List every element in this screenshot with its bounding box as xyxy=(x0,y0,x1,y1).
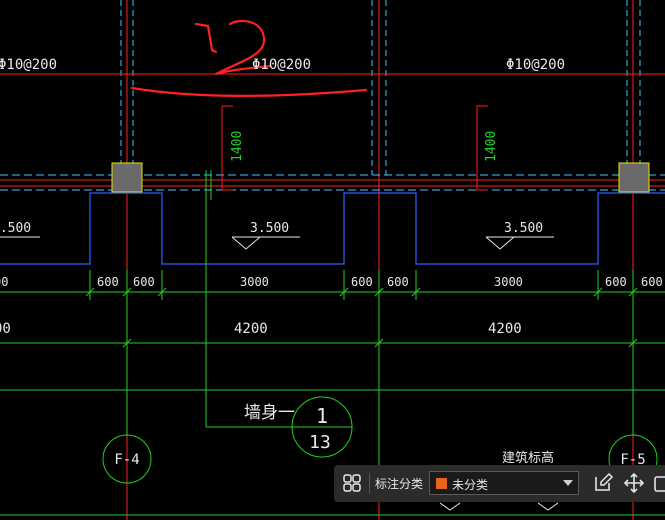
category-value: 未分类 xyxy=(452,478,489,492)
category-select[interactable]: 未分类 xyxy=(429,471,579,495)
dimension-text: 600 xyxy=(641,275,663,289)
elevation-brackets xyxy=(221,105,488,191)
level-markers xyxy=(0,236,554,250)
dimension-text: 4200 xyxy=(488,321,522,337)
dimension-text: 600 xyxy=(387,275,409,289)
dimension-text: 00 xyxy=(0,321,11,337)
column[interactable] xyxy=(618,162,650,193)
grid-icon[interactable] xyxy=(342,473,362,493)
section-callout-bottom: 13 xyxy=(309,432,331,453)
chevron-down-icon xyxy=(563,480,573,486)
edit-icon[interactable] xyxy=(592,472,614,494)
copy-icon[interactable] xyxy=(652,472,665,494)
cad-canvas[interactable]: Φ10@200 Φ10@200 Φ10@200 1400 1400 3.500 … xyxy=(0,0,665,520)
column[interactable] xyxy=(111,162,143,193)
drawing-text: Φ10@200 Φ10@200 Φ10@200 1400 1400 3.500 … xyxy=(0,57,663,468)
dimension-text: 600 xyxy=(97,275,119,289)
wall-lines xyxy=(120,0,641,520)
rebar-label: Φ10@200 xyxy=(506,57,565,73)
dimension-text: 600 xyxy=(605,275,627,289)
section-callout-top: 1 xyxy=(316,404,328,428)
wall-label: 墙身一 xyxy=(244,403,295,423)
level-label: 3.500 xyxy=(0,221,31,236)
slab-outline xyxy=(0,192,665,265)
category-label: 标注分类 xyxy=(375,477,424,491)
dimension-text: 600 xyxy=(133,275,155,289)
dimension-row-2 xyxy=(0,338,665,391)
dimension-text: 00 xyxy=(0,275,8,289)
hand-annotation xyxy=(130,19,368,98)
level-label: 3.500 xyxy=(250,221,289,236)
level-label: 3.500 xyxy=(504,221,543,236)
category-color-swatch xyxy=(436,478,447,489)
note-text: 建筑标高 xyxy=(502,450,554,466)
rebar-label: Φ10@200 xyxy=(0,57,57,73)
dimension-text: 3000 xyxy=(494,275,523,289)
level-markers-bottom xyxy=(439,502,559,511)
dimension-text: 3000 xyxy=(240,275,269,289)
dimension-text: 600 xyxy=(351,275,373,289)
elevation-label: 1400 xyxy=(484,131,499,162)
beam-axis-lines xyxy=(0,174,665,191)
move-icon[interactable] xyxy=(623,472,645,494)
elevation-label: 1400 xyxy=(230,131,245,162)
rebar-label: Φ10@200 xyxy=(252,57,311,73)
toolbar-divider xyxy=(369,473,370,494)
dimension-text: 4200 xyxy=(234,321,268,337)
axis-label: F-4 xyxy=(114,452,139,468)
annotation-toolbar: 标注分类 未分类 xyxy=(334,465,665,502)
